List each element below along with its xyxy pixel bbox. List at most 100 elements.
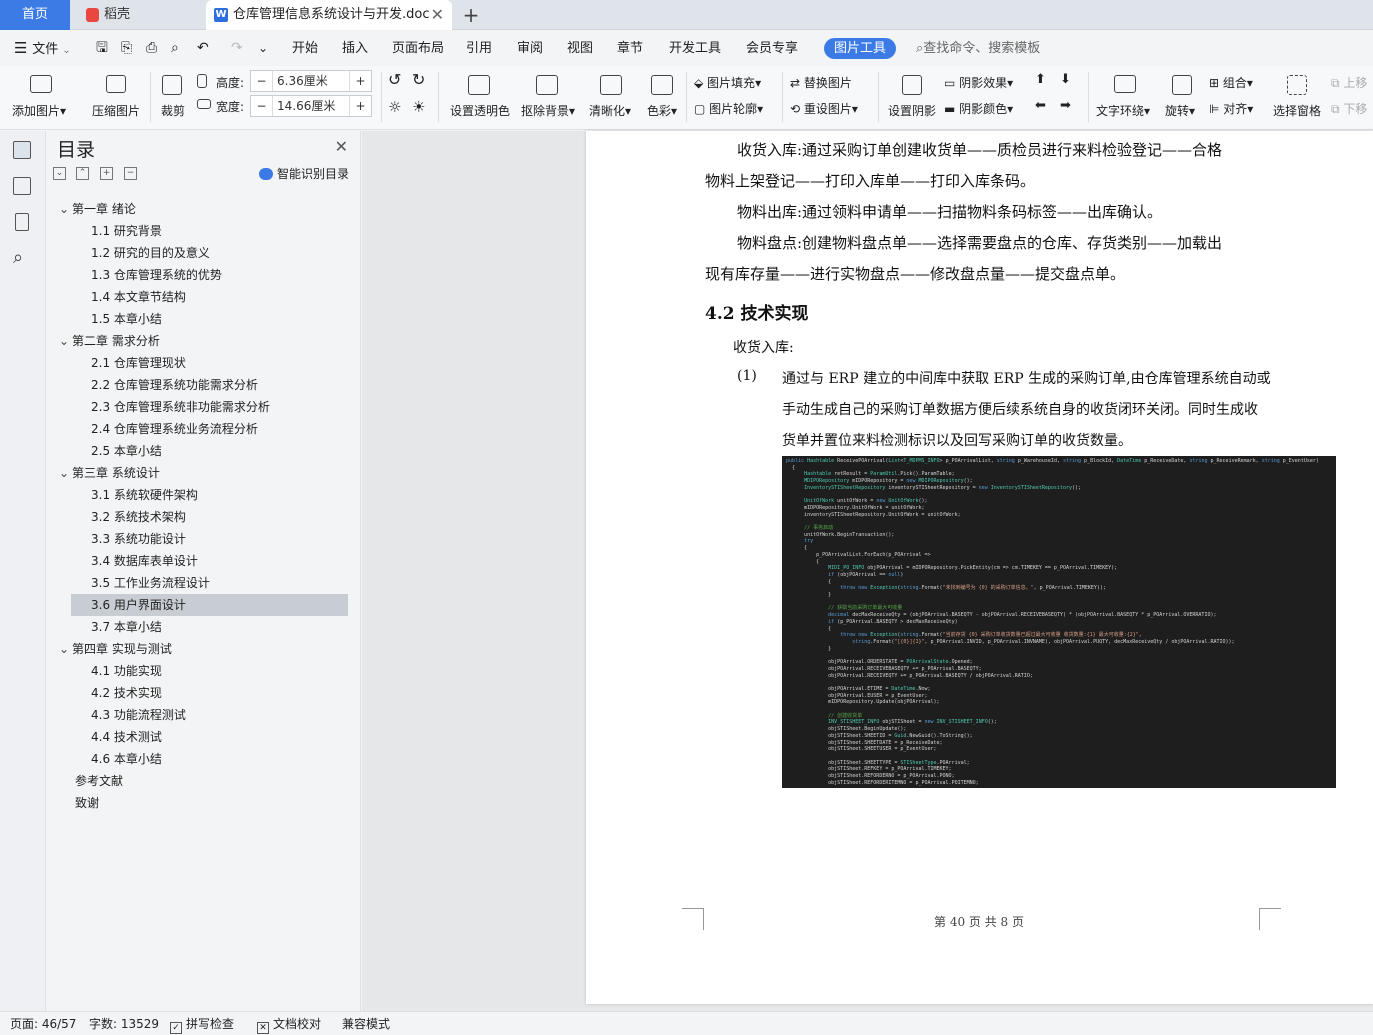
menu-references[interactable]: 引用 (466, 31, 492, 66)
toc-item[interactable]: ⌄ 第二章 需求分析 (59, 330, 160, 352)
bring-forward-button[interactable]: ⧉ 上移 (1331, 74, 1367, 91)
menu-start[interactable]: 开始 (292, 31, 318, 66)
group-button[interactable]: ⊞ 组合▾ (1209, 74, 1253, 91)
rotate-right-icon[interactable]: ↻ (412, 70, 425, 89)
toc-item[interactable]: 1.4 本文章节结构 (71, 286, 348, 308)
toc-item[interactable]: ⌄ 第三章 系统设计 (59, 462, 160, 484)
tab-document[interactable]: W 仓库管理信息系统设计与开发.doc ✕ (206, 0, 452, 30)
text-wrap-button[interactable]: 文字环绕▾ (1096, 102, 1150, 119)
quick-access-more-icon[interactable]: ⌄ (258, 31, 268, 66)
toc-item[interactable]: 4.1 功能实现 (71, 660, 348, 682)
close-icon[interactable]: ✕ (431, 0, 444, 30)
height-decrease-button[interactable]: − (251, 71, 273, 91)
contrast-icon[interactable]: ☀ (412, 98, 425, 116)
new-tab-button[interactable]: + (456, 0, 486, 30)
toc-item[interactable]: 3.7 本章小结 (71, 616, 348, 638)
search-icon[interactable]: ⌕ (13, 247, 23, 268)
proofread-button[interactable]: ✕ 文档校对 (257, 1012, 321, 1035)
toc-item[interactable]: 1.1 研究背景 (71, 220, 348, 242)
print-icon[interactable]: ⎙ (146, 31, 157, 66)
spell-check-button[interactable]: ✓ 拼写检查 (170, 1012, 234, 1035)
menu-review[interactable]: 审阅 (517, 31, 543, 66)
menu-insert[interactable]: 插入 (342, 31, 368, 66)
toc-item[interactable]: 2.1 仓库管理现状 (71, 352, 348, 374)
export-icon[interactable]: ⎘ (121, 31, 132, 66)
toc-item[interactable]: 4.2 技术实现 (71, 682, 348, 704)
picture-fill-button[interactable]: ⬙ 图片填充▾ (694, 74, 761, 91)
picture-outline-button[interactable]: ▢ 图片轮廓▾ (694, 100, 763, 117)
toc-item[interactable]: 4.6 本章小结 (71, 748, 348, 770)
close-icon[interactable]: ✕ (335, 137, 348, 156)
crop-button[interactable]: 裁剪 (161, 102, 185, 119)
sharpen-button[interactable]: 清晰化▾ (589, 102, 631, 119)
tab-daoke[interactable]: 稻壳 (78, 0, 200, 30)
toc-item[interactable]: ⌄ 第四章 实现与测试 (59, 638, 172, 660)
toc-item[interactable]: 1.3 仓库管理系统的优势 (71, 264, 348, 286)
toc-item[interactable]: 3.4 数据库表单设计 (71, 550, 348, 572)
rotate-left-icon[interactable]: ↺ (388, 70, 401, 89)
width-increase-button[interactable]: + (349, 96, 371, 116)
redo-icon[interactable]: ↷ (231, 31, 243, 66)
toc-item[interactable]: 2.3 仓库管理系统非功能需求分析 (71, 396, 348, 418)
menu-developer[interactable]: 开发工具 (669, 31, 721, 66)
expand-caret-icon[interactable]: ⌄ (59, 198, 72, 220)
page-indicator[interactable]: 页面: 46/57 (10, 1012, 76, 1035)
save-icon[interactable]: 🖫 (96, 31, 108, 66)
add-picture-button[interactable]: 添加图片▾ (12, 102, 66, 119)
command-search[interactable]: ⌕查找命令、搜索模板 (916, 31, 1040, 66)
toc-item[interactable]: 致谢 (75, 792, 99, 814)
tab-home[interactable]: 首页 (0, 0, 70, 30)
brightness-icon[interactable]: ☼ (388, 98, 401, 116)
toc-item[interactable]: 3.1 系统软硬件架构 (71, 484, 348, 506)
color-button[interactable]: 色彩▾ (647, 102, 677, 119)
send-backward-button[interactable]: ⧉ 下移 (1331, 100, 1367, 117)
chapter-nav-icon[interactable] (13, 177, 31, 195)
shadow-right-icon[interactable]: ➡ (1060, 98, 1071, 113)
toc-view-icon[interactable] (13, 141, 31, 159)
width-decrease-button[interactable]: − (251, 96, 273, 116)
toc-item[interactable]: 4.4 技术测试 (71, 726, 348, 748)
toc-item[interactable]: 3.6 用户界面设计 (71, 594, 348, 616)
expand-caret-icon[interactable]: ⌄ (59, 638, 72, 660)
align-button[interactable]: ⊫ 对齐▾ (1209, 100, 1253, 117)
toc-item[interactable]: 3.3 系统功能设计 (71, 528, 348, 550)
toc-item[interactable]: 2.5 本章小结 (71, 440, 348, 462)
word-count[interactable]: 字数: 13529 (89, 1012, 159, 1035)
menu-view[interactable]: 视图 (567, 31, 593, 66)
code-screenshot-image[interactable]: public Hashtable ReceivePOArrival(List<T… (782, 456, 1336, 788)
toc-item[interactable]: 2.4 仓库管理系统业务流程分析 (71, 418, 348, 440)
toc-item[interactable]: 1.5 本章小结 (71, 308, 348, 330)
smart-toc-button[interactable]: 智能识别目录 (259, 165, 349, 182)
toc-item[interactable]: 2.2 仓库管理系统功能需求分析 (71, 374, 348, 396)
menu-membership[interactable]: 会员专享 (746, 31, 798, 66)
undo-icon[interactable]: ↶ (197, 31, 209, 66)
expand-caret-icon[interactable]: ⌄ (59, 462, 72, 484)
shadow-up-icon[interactable]: ⬆ (1035, 72, 1046, 87)
selection-pane-button[interactable]: 选择窗格 (1273, 102, 1321, 119)
bookmark-icon[interactable] (15, 213, 29, 231)
compress-picture-button[interactable]: 压缩图片 (92, 102, 140, 119)
width-stepper[interactable]: − 14.66厘米 + (250, 95, 372, 117)
print-preview-icon[interactable]: ⌕ (171, 31, 179, 66)
collapse-all-icon[interactable]: ⌄ (53, 167, 66, 180)
height-input[interactable]: 6.36厘米 (277, 71, 328, 91)
height-stepper[interactable]: − 6.36厘米 + (250, 70, 372, 92)
menu-page-layout[interactable]: 页面布局 (392, 31, 444, 66)
height-increase-button[interactable]: + (349, 71, 371, 91)
toc-item[interactable]: 3.5 工作业务流程设计 (71, 572, 348, 594)
toc-item[interactable]: 3.2 系统技术架构 (71, 506, 348, 528)
menu-picture-tools[interactable]: 图片工具 (824, 38, 896, 59)
rotate-button[interactable]: 旋转▾ (1165, 102, 1195, 119)
expand-up-icon[interactable]: ⌃ (76, 167, 89, 180)
shadow-effect-button[interactable]: ▭ 阴影效果▾ (944, 74, 1013, 91)
menu-chapter[interactable]: 章节 (617, 31, 643, 66)
replace-picture-button[interactable]: ⇄ 替换图片 (790, 74, 852, 91)
toc-item[interactable]: 1.2 研究的目的及意义 (71, 242, 348, 264)
expand-caret-icon[interactable]: ⌄ (59, 330, 72, 352)
remove-heading-icon[interactable]: − (124, 167, 137, 180)
remove-background-button[interactable]: 抠除背景▾ (521, 102, 575, 119)
set-shadow-button[interactable]: 设置阴影 (888, 102, 936, 119)
reset-picture-button[interactable]: ⟲ 重设图片▾ (790, 100, 858, 117)
add-heading-icon[interactable]: + (100, 167, 113, 180)
file-menu[interactable]: ☰ 文件 ⌄ (14, 31, 71, 66)
